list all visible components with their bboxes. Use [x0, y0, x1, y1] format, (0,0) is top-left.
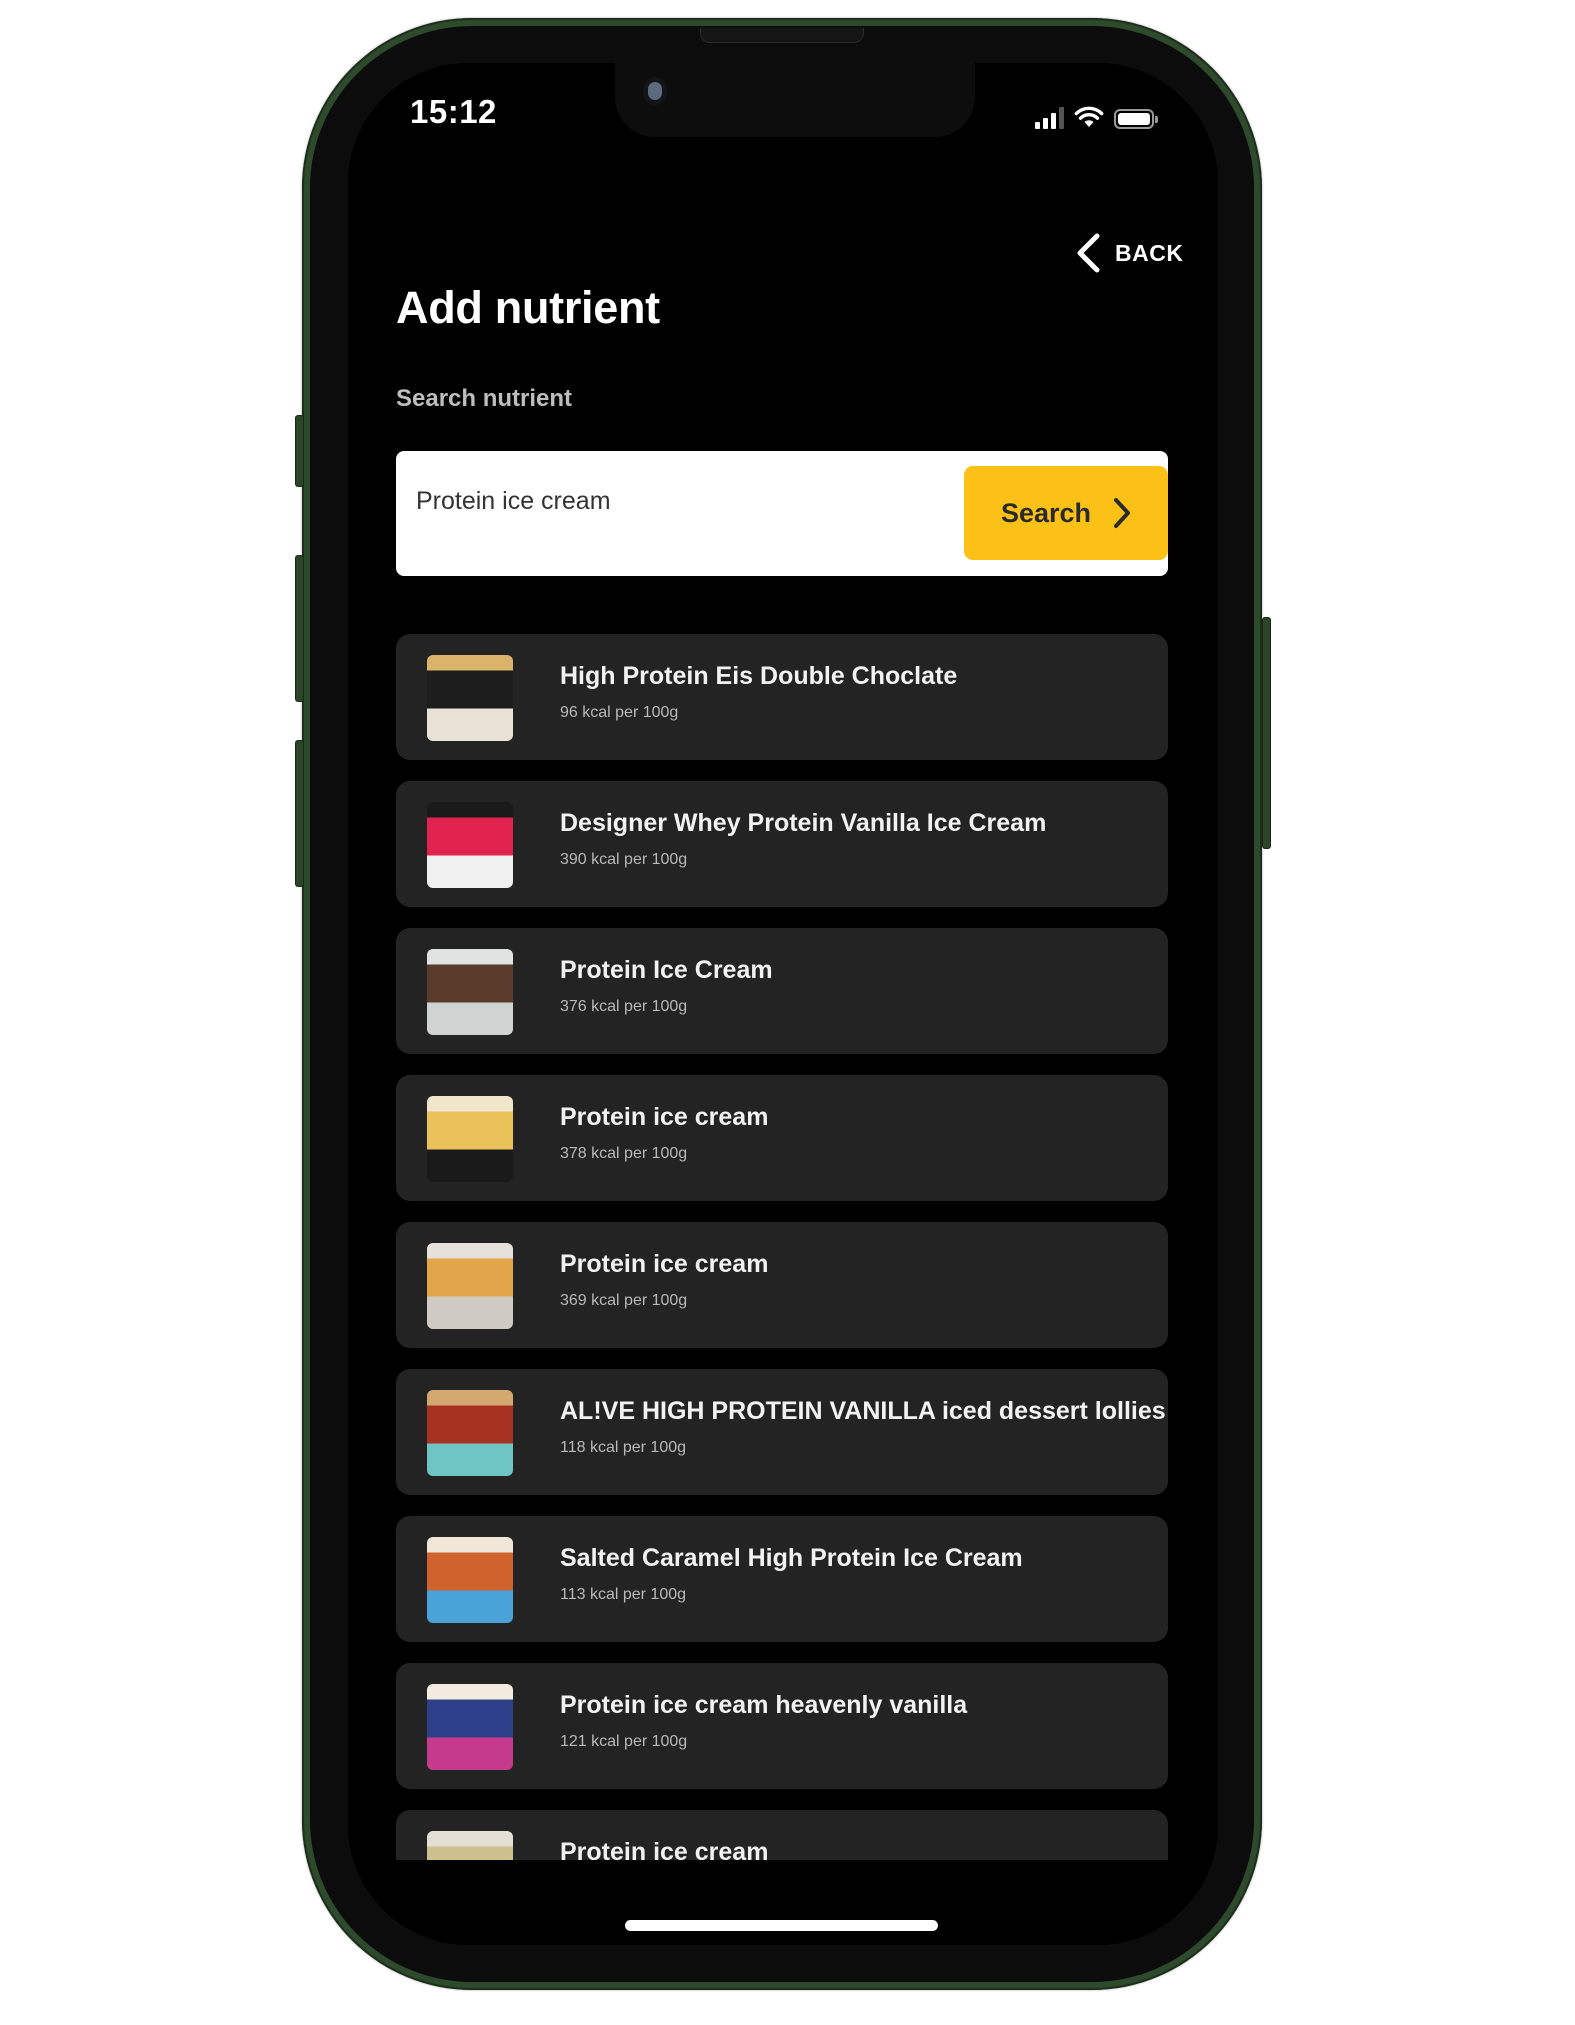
- result-calories: 376 kcal per 100g: [560, 998, 688, 1015]
- home-indicator[interactable]: [625, 1920, 938, 1931]
- earpiece-speaker: [700, 28, 864, 43]
- result-item[interactable]: Salted Caramel High Protein Ice Cream 113…: [396, 1516, 1168, 1642]
- product-thumbnail: [427, 1096, 513, 1182]
- product-thumbnail: [427, 802, 513, 888]
- status-time: 15:12: [410, 93, 497, 130]
- status-icons: [1035, 101, 1158, 129]
- result-calories: 390 kcal per 100g: [560, 851, 688, 868]
- page-title: Add nutrient: [396, 282, 660, 333]
- volume-up-button: [295, 555, 304, 702]
- result-title: Protein ice cream: [560, 1250, 769, 1278]
- chevron-right-icon: [1114, 498, 1131, 528]
- volume-down-button: [295, 740, 304, 887]
- search-button[interactable]: Search: [964, 466, 1168, 560]
- wifi-icon: [1074, 106, 1104, 127]
- product-thumbnail: [427, 1684, 513, 1770]
- result-calories: 113 kcal per 100g: [560, 1586, 687, 1603]
- result-title: Protein ice cream: [560, 1103, 769, 1131]
- result-item[interactable]: Designer Whey Protein Vanilla Ice Cream 3…: [396, 781, 1168, 907]
- product-thumbnail: [427, 1537, 513, 1623]
- result-title: Protein ice cream: [560, 1838, 769, 1860]
- product-thumbnail: [427, 655, 513, 741]
- back-button[interactable]: BACK: [1075, 233, 1183, 273]
- search-label: Search nutrient: [396, 385, 573, 412]
- result-item[interactable]: Protein ice cream 369 kcal per 100g: [396, 1222, 1168, 1348]
- result-title: Designer Whey Protein Vanilla Ice Cream: [560, 809, 1047, 837]
- results-list[interactable]: High Protein Eis Double Choclate 96 kcal …: [396, 628, 1168, 1860]
- product-thumbnail: [427, 1831, 513, 1860]
- search-box: Search: [396, 451, 1168, 576]
- search-button-label: Search: [1000, 497, 1092, 528]
- power-button: [1262, 617, 1271, 849]
- battery-icon: [1114, 109, 1158, 129]
- result-title: AL!VE HIGH PROTEIN VANILLA iced dessert …: [560, 1397, 1166, 1425]
- result-calories: 378 kcal per 100g: [560, 1145, 688, 1162]
- result-item[interactable]: High Protein Eis Double Choclate 96 kcal …: [396, 634, 1168, 760]
- silent-switch: [295, 415, 304, 487]
- result-title: High Protein Eis Double Choclate: [560, 662, 958, 690]
- cellular-signal-icon: [1035, 107, 1064, 129]
- search-input[interactable]: [416, 481, 916, 521]
- result-item[interactable]: Protein ice cream 378 kcal per 100g: [396, 1075, 1168, 1201]
- result-item[interactable]: AL!VE HIGH PROTEIN VANILLA iced dessert …: [396, 1369, 1168, 1495]
- result-calories: 96 kcal per 100g: [560, 704, 679, 721]
- result-calories: 121 kcal per 100g: [560, 1733, 688, 1750]
- result-title: Salted Caramel High Protein Ice Cream: [560, 1544, 1023, 1572]
- front-camera: [648, 82, 662, 100]
- product-thumbnail: [427, 949, 513, 1035]
- back-label: BACK: [1115, 239, 1184, 266]
- result-item[interactable]: Protein Ice Cream 376 kcal per 100g: [396, 928, 1168, 1054]
- result-item[interactable]: Protein ice cream: [396, 1810, 1168, 1860]
- result-title: Protein ice cream heavenly vanilla: [560, 1691, 968, 1719]
- notch: [615, 63, 975, 137]
- result-item[interactable]: Protein ice cream heavenly vanilla 121 kc…: [396, 1663, 1168, 1789]
- product-thumbnail: [427, 1243, 513, 1329]
- result-title: Protein Ice Cream: [560, 956, 773, 984]
- chevron-left-icon: [1077, 233, 1100, 273]
- product-thumbnail: [427, 1390, 513, 1476]
- result-calories: 369 kcal per 100g: [560, 1292, 688, 1309]
- result-calories: 118 kcal per 100g: [560, 1439, 687, 1456]
